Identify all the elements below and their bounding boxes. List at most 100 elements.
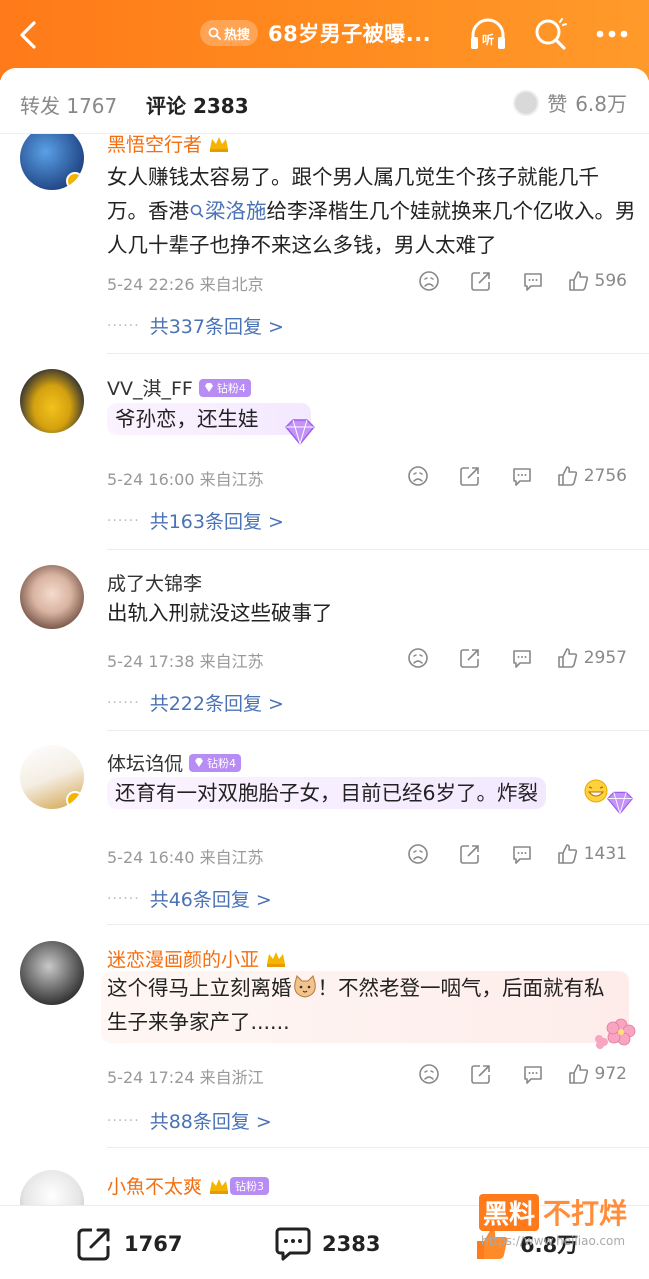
view-replies-link[interactable]: ······ 共88条回复 > (107, 1107, 272, 1134)
share-button[interactable] (444, 463, 496, 489)
fan-badge-text: 钻粉3 (235, 1179, 265, 1193)
dislike-button[interactable] (392, 463, 444, 489)
svg-text:听: 听 (482, 32, 494, 47)
comment-meta: 5-24 17:38 来自江苏 (107, 652, 264, 671)
like-button[interactable]: 1431 (556, 843, 627, 865)
divider (107, 353, 649, 354)
comment-actions: 1431 (392, 841, 627, 867)
comment-username[interactable]: 体坛诌侃 钻粉4 (107, 749, 242, 776)
reply-button[interactable] (507, 1061, 559, 1087)
sad-face-icon (407, 648, 428, 668)
tab-bar: 转发 1767 评论 2383 赞 6.8万 (0, 68, 649, 134)
bottom-repost-count: 1767 (124, 1232, 183, 1256)
sad-face-icon (418, 1064, 439, 1084)
topic-link[interactable]: 梁洛施 (189, 199, 267, 223)
tab-repost[interactable]: 转发 1767 (20, 90, 117, 119)
avatar (513, 89, 540, 116)
share-button[interactable] (455, 268, 507, 294)
bottom-comment-button[interactable]: 2383 (274, 1226, 380, 1262)
comment-actions: 972 (403, 1061, 627, 1087)
like-button[interactable]: 972 (567, 1063, 627, 1085)
replies-text: 共337条回复 > (149, 316, 284, 338)
watermark-url: https://www.heiliao.com (480, 1234, 626, 1248)
dislike-button[interactable] (403, 1061, 455, 1087)
thumb-up-icon (568, 271, 588, 291)
bottom-repost-button[interactable]: 1767 (76, 1226, 182, 1262)
username-text: 成了大锦李 (107, 573, 203, 595)
more-icon (596, 30, 628, 38)
dots-decoration: ······ (107, 512, 140, 529)
watermark-text: 不打烊 (542, 1197, 627, 1230)
comment-username[interactable]: VV_淇_FF 钻粉4 (107, 374, 251, 401)
dislike-button[interactable] (392, 841, 444, 867)
hot-label: 热搜 (224, 27, 251, 43)
tab-repost-count: 1767 (66, 94, 118, 118)
comment-icon (275, 1227, 311, 1261)
avatar[interactable] (20, 134, 84, 190)
listen-button[interactable]: 听 (468, 16, 508, 52)
tab-likes[interactable]: 赞 6.8万 (513, 88, 627, 117)
tab-likes-label: 赞 (547, 92, 568, 116)
comment-meta: 5-24 16:00 来自江苏 (107, 470, 264, 489)
replies-text: 共46条回复 > (149, 889, 272, 911)
share-button[interactable] (444, 841, 496, 867)
fan-badge-text: 钻粉4 (207, 756, 237, 770)
flower-icon (595, 1018, 636, 1049)
dots-decoration: ······ (107, 890, 140, 907)
like-button[interactable]: 596 (567, 270, 627, 292)
fan-badge: 钻粉4 (198, 378, 251, 397)
reply-button[interactable] (496, 645, 548, 671)
watermark-text: 黑料 (478, 1193, 539, 1231)
comment-username[interactable]: 迷恋漫画颜的小亚 (107, 945, 287, 972)
search-button[interactable] (530, 16, 570, 52)
view-replies-link[interactable]: ······ 共163条回复 > (107, 507, 284, 534)
share-icon (77, 1228, 110, 1261)
reply-button[interactable] (507, 268, 559, 294)
share-button[interactable] (455, 1061, 507, 1087)
diamond-icon (204, 383, 213, 392)
comment-username[interactable]: 成了大锦李 (107, 569, 202, 596)
like-button[interactable]: 2756 (556, 465, 627, 487)
tab-comments[interactable]: 评论 2383 (146, 90, 249, 119)
reply-button[interactable] (496, 841, 548, 867)
reply-button[interactable] (496, 463, 548, 489)
avatar[interactable] (20, 565, 84, 629)
hot-search-pill[interactable]: 热搜 (200, 20, 259, 46)
crown-icon (210, 1178, 229, 1194)
like-count: 972 (594, 1064, 627, 1084)
avatar[interactable] (20, 941, 84, 1005)
dots-decoration: ······ (107, 1112, 140, 1129)
avatar[interactable] (20, 745, 84, 809)
comment-username[interactable]: 小魚不太爽 钻粉3 (107, 1172, 270, 1199)
share-button[interactable] (444, 645, 496, 671)
fan-badge-text: 钻粉4 (216, 381, 246, 395)
cat-emoji-icon (293, 975, 316, 998)
divider (107, 1147, 649, 1148)
avatar[interactable] (20, 1170, 84, 1205)
comment-username[interactable]: 黑悟空行者 (107, 134, 230, 157)
back-icon[interactable] (16, 17, 40, 53)
view-replies-link[interactable]: ······ 共46条回复 > (107, 885, 272, 912)
replies-text: 共88条回复 > (149, 1111, 272, 1133)
headphones-icon: 听 (471, 18, 505, 49)
comment-text: 爷孙恋，还生娃 (107, 402, 637, 446)
fan-badge: 钻粉3 (230, 1176, 270, 1195)
avatar[interactable] (20, 369, 84, 433)
divider (107, 549, 649, 550)
comment-actions: 2957 (392, 645, 627, 671)
username-text: 体坛诌侃 (107, 753, 184, 775)
like-button[interactable]: 2957 (556, 647, 627, 669)
view-replies-link[interactable]: ······ 共222条回复 > (107, 689, 284, 716)
dislike-button[interactable] (403, 268, 455, 294)
comment-text-part: 这个得马上立刻离婚 (107, 976, 292, 1000)
dislike-button[interactable] (392, 645, 444, 671)
view-replies-link[interactable]: ······ 共337条回复 > (107, 312, 284, 339)
comment-icon (512, 468, 531, 486)
page-title: 68岁男子被曝... (268, 22, 432, 46)
comment-icon (523, 1066, 542, 1084)
topic-text: 梁洛施 (205, 199, 267, 223)
verified-badge (66, 791, 84, 809)
comment-icon (512, 846, 531, 864)
like-count: 596 (594, 271, 627, 291)
more-button[interactable] (592, 16, 632, 52)
